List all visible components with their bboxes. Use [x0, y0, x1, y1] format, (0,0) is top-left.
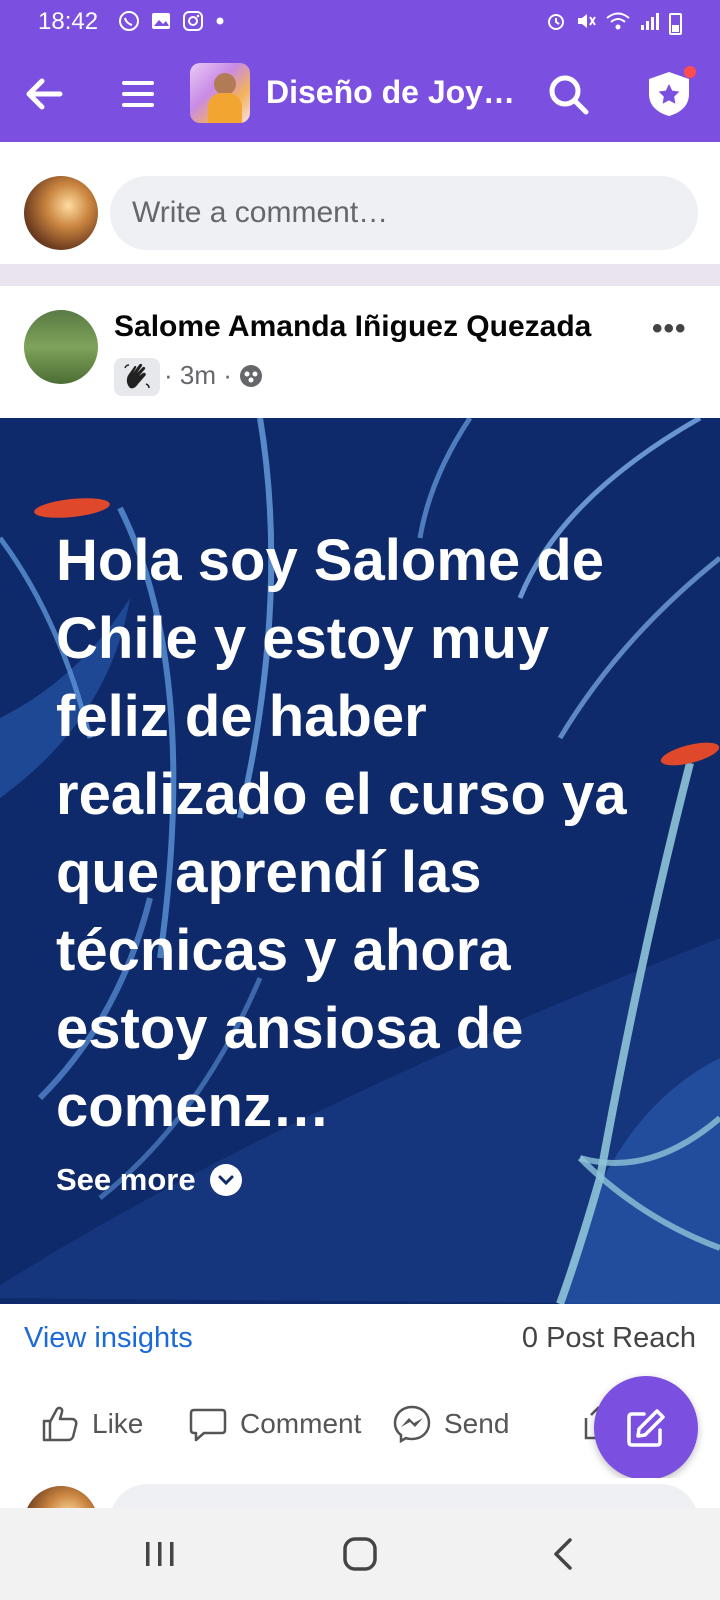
author-name[interactable]: Salome Amanda Iñiguez Quezada [114, 310, 591, 344]
status-bar: 18:42 [0, 0, 720, 44]
alarm-icon [545, 10, 567, 38]
author-avatar[interactable] [24, 310, 98, 384]
like-label: Like [92, 1408, 144, 1439]
send-label: Send [444, 1408, 510, 1439]
thumbs-up-icon [42, 1406, 78, 1442]
post-text-background[interactable]: Hola soy Salome de Chile y estoy muy fel… [0, 418, 720, 1304]
notification-dot [684, 66, 696, 78]
comment-label: Comment [240, 1408, 362, 1439]
divider [0, 264, 720, 286]
avatar[interactable] [24, 176, 98, 250]
post-header: Salome Amanda Iñiguez Quezada ••• · 3m · [0, 286, 720, 418]
status-time: 18:42 [38, 8, 99, 35]
edit-icon [627, 1409, 665, 1447]
send-button[interactable]: Send [392, 1404, 509, 1444]
group-privacy-icon [239, 364, 262, 387]
home-icon[interactable] [336, 1530, 384, 1578]
post-text: Hola soy Salome de Chile y estoy muy fel… [56, 528, 627, 1139]
mute-icon [575, 10, 597, 38]
app-bar: Diseño de Joy… [0, 44, 720, 142]
see-more-label: See more [56, 1162, 196, 1197]
next-comment-composer [0, 1478, 720, 1508]
avatar[interactable] [24, 1486, 98, 1508]
gallery-icon [150, 10, 172, 37]
insights-bar: View insights 0 Post Reach [0, 1304, 720, 1378]
compose-post-button[interactable] [594, 1376, 698, 1480]
search-icon[interactable] [546, 72, 590, 116]
dot-icon [214, 10, 226, 37]
see-more-button[interactable]: See more [56, 1162, 242, 1198]
whatsapp-icon [118, 10, 140, 37]
chevron-down-icon [209, 1164, 242, 1196]
back-arrow-icon[interactable] [22, 72, 66, 116]
more-options-icon[interactable]: ••• [652, 312, 687, 346]
wifi-icon [605, 10, 631, 38]
post-reach: 0 Post Reach [521, 1322, 696, 1354]
like-button[interactable]: Like [40, 1404, 143, 1444]
shield-star-icon[interactable] [646, 70, 692, 118]
group-thumbnail[interactable] [190, 63, 250, 123]
comment-composer [0, 142, 720, 264]
post-time: · 3m · [164, 360, 232, 390]
menu-icon[interactable] [120, 76, 156, 112]
view-insights-link[interactable]: View insights [24, 1322, 193, 1355]
comment-icon [189, 1408, 227, 1442]
back-nav-icon[interactable] [540, 1530, 588, 1578]
waving-hand-icon [114, 358, 160, 396]
group-title[interactable]: Diseño de Joy… [266, 74, 515, 111]
battery-icon [669, 13, 682, 35]
recent-apps-icon[interactable] [136, 1530, 184, 1578]
instagram-icon [182, 10, 204, 37]
comment-input[interactable] [110, 176, 698, 250]
comment-input-peek[interactable] [110, 1484, 698, 1508]
system-nav-bar [0, 1508, 720, 1600]
messenger-icon [393, 1405, 431, 1444]
comment-button[interactable]: Comment [188, 1404, 361, 1444]
signal-icon [639, 10, 661, 38]
